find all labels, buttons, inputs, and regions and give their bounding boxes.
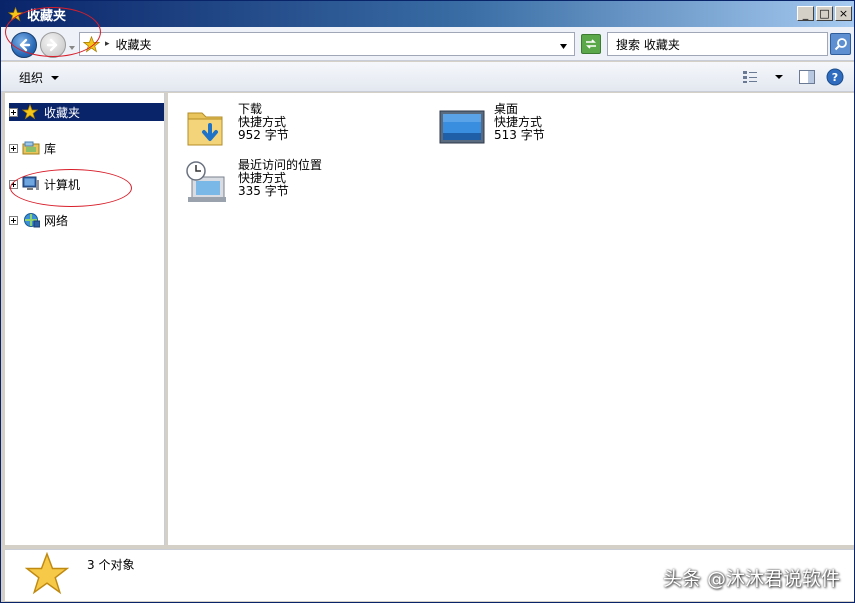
content-pane: 下载 快捷方式 952 字节 桌面 快捷方式 513 字节 最近访问的位置 快捷… xyxy=(168,93,854,545)
preview-pane-icon[interactable] xyxy=(798,68,816,86)
file-item-recent-places[interactable]: 最近访问的位置 快捷方式 335 字节 xyxy=(182,159,322,207)
expand-toggle[interactable] xyxy=(9,107,18,117)
explorer-window: 收藏夹 _ □ × ▸ 收藏夹 搜索 收藏夹 组织 ? 收藏夹 库 计算机 网络… xyxy=(0,0,855,603)
forward-button[interactable] xyxy=(40,32,66,58)
file-item-desktop[interactable]: 桌面 快捷方式 513 字节 xyxy=(438,103,545,151)
breadcrumb[interactable]: 收藏夹 xyxy=(116,36,152,53)
file-details: 最近访问的位置 快捷方式 335 字节 xyxy=(238,159,322,198)
file-details: 桌面 快捷方式 513 字节 xyxy=(494,103,545,142)
svg-text:?: ? xyxy=(832,71,838,84)
computer-icon xyxy=(22,176,40,192)
nav-item-label: 收藏夹 xyxy=(44,105,81,120)
refresh-button[interactable] xyxy=(581,34,601,54)
downloads-folder-icon xyxy=(182,103,230,151)
recent-places-icon xyxy=(182,159,230,207)
item-count: 3 个对象 xyxy=(87,558,135,572)
views-dropdown-chevron-icon[interactable] xyxy=(770,68,788,86)
chevron-down-icon xyxy=(560,44,567,49)
file-size: 952 字节 xyxy=(238,128,289,142)
help-icon[interactable]: ? xyxy=(826,68,844,86)
address-bar: ▸ 收藏夹 搜索 收藏夹 xyxy=(1,27,854,61)
nav-item-label: 库 xyxy=(44,141,57,156)
chevron-down-icon xyxy=(69,46,75,50)
star-icon xyxy=(24,551,70,596)
recent-pages-dropdown[interactable] xyxy=(68,41,76,50)
back-button[interactable] xyxy=(11,32,37,58)
nav-item-library[interactable]: 库 xyxy=(9,139,56,157)
search-icon xyxy=(834,38,847,51)
maximize-button[interactable]: □ xyxy=(816,6,833,21)
minimize-button[interactable]: _ xyxy=(797,6,814,21)
star-icon xyxy=(7,6,23,22)
search-button[interactable] xyxy=(830,33,851,55)
chevron-down-icon xyxy=(51,75,60,80)
address-field[interactable]: ▸ 收藏夹 xyxy=(79,32,575,56)
desktop-icon xyxy=(438,103,486,151)
organize-menu[interactable]: 组织 xyxy=(19,69,60,86)
arrow-right-icon xyxy=(46,38,58,52)
command-bar: 组织 ? xyxy=(1,62,854,92)
star-icon xyxy=(22,104,40,120)
expand-toggle[interactable] xyxy=(9,215,18,225)
network-icon xyxy=(22,212,40,228)
refresh-icon xyxy=(586,39,596,49)
toolbar-right: ? xyxy=(742,68,844,86)
nav-item-label: 网络 xyxy=(44,213,69,228)
views-icon[interactable] xyxy=(742,68,760,86)
navigation-pane: 收藏夹 库 计算机 网络 xyxy=(5,93,165,545)
arrow-left-icon xyxy=(19,38,31,52)
breadcrumb-separator-icon[interactable]: ▸ xyxy=(105,39,110,49)
title-bar[interactable]: 收藏夹 _ □ × xyxy=(1,1,854,27)
details-pane: 3 个对象 头条 @沐沐君说软件 xyxy=(5,549,854,601)
organize-label: 组织 xyxy=(19,71,44,85)
file-item-downloads[interactable]: 下载 快捷方式 952 字节 xyxy=(182,103,289,151)
search-input[interactable]: 搜索 收藏夹 xyxy=(607,32,828,56)
file-size: 335 字节 xyxy=(238,184,289,198)
nav-item-network[interactable]: 网络 xyxy=(9,211,68,229)
address-dropdown[interactable] xyxy=(559,40,568,49)
expand-toggle[interactable] xyxy=(9,143,18,153)
window-controls: _ □ × xyxy=(797,6,852,21)
file-details: 下载 快捷方式 952 字节 xyxy=(238,103,289,142)
nav-item-computer[interactable]: 计算机 xyxy=(9,175,80,193)
nav-item-label: 计算机 xyxy=(44,177,81,192)
library-icon xyxy=(22,140,40,156)
expand-toggle[interactable] xyxy=(9,179,18,189)
window-title: 收藏夹 xyxy=(27,8,67,24)
file-size: 513 字节 xyxy=(494,128,545,142)
close-button[interactable]: × xyxy=(835,6,852,21)
star-icon xyxy=(83,35,101,53)
watermark: 头条 @沐沐君说软件 xyxy=(662,568,840,590)
nav-item-favorites[interactable]: 收藏夹 xyxy=(9,103,164,121)
